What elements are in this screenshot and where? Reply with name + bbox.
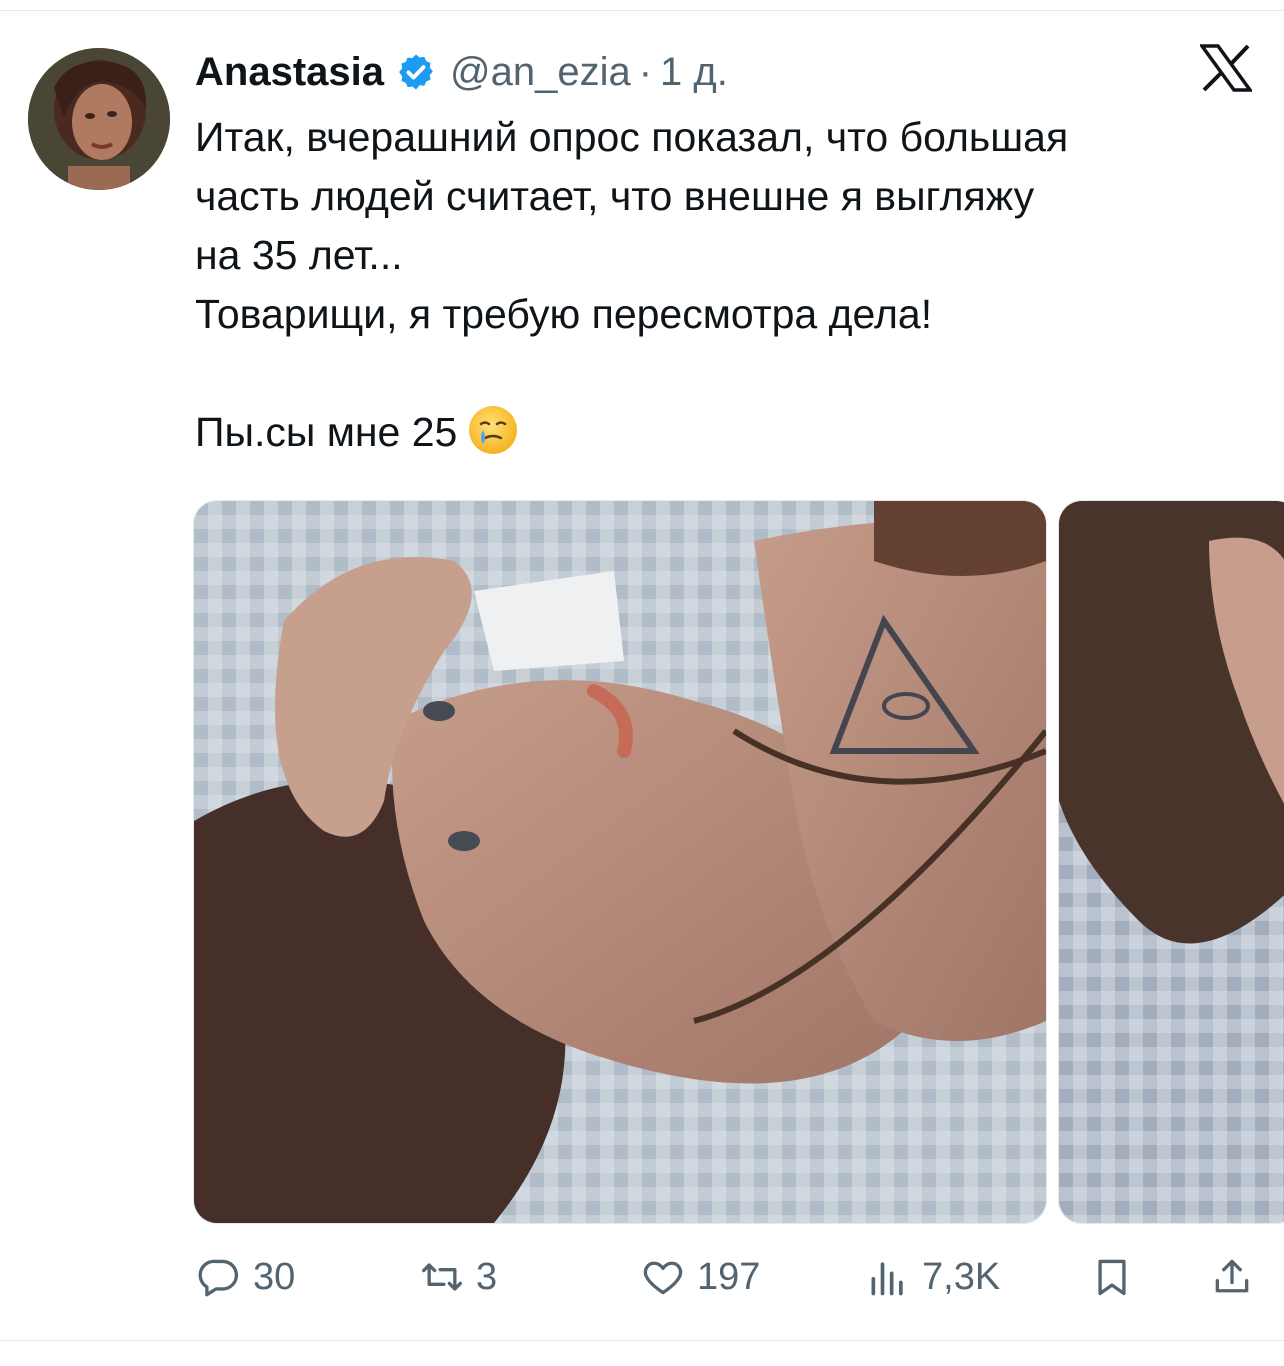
x-logo-icon [1200, 44, 1252, 92]
action-bar: 30 3 197 7,3K [0, 1252, 1284, 1302]
tweet-line-ps: Пы.сы мне 25 [195, 403, 1255, 462]
tweet-photo-1[interactable] [193, 500, 1047, 1224]
reply-count: 30 [253, 1255, 296, 1298]
avatar[interactable] [28, 48, 170, 190]
tweet-line: часть людей считает, что внешне я выгляж… [195, 173, 1035, 219]
share-button[interactable] [1210, 1252, 1254, 1302]
repost-count: 3 [476, 1255, 498, 1298]
views-count: 7,3K [922, 1255, 1001, 1298]
author-handle[interactable]: @an_ezia [450, 44, 631, 100]
like-count: 197 [697, 1255, 761, 1298]
photo-1-image [194, 501, 1046, 1223]
like-button[interactable]: 197 [641, 1252, 760, 1302]
separator-dot: · [638, 50, 653, 94]
repost-button[interactable]: 3 [420, 1252, 497, 1302]
heart-icon [643, 1261, 683, 1295]
verified-badge-icon [399, 54, 433, 90]
tweet-header: Anastasia @an_ezia · 1 д. [195, 44, 728, 100]
repost-icon [422, 1263, 462, 1291]
tweet-line: на 35 лет... [195, 232, 403, 278]
bookmark-button[interactable] [1090, 1252, 1134, 1302]
reply-icon [198, 1259, 239, 1297]
tweet-line: Итак, вчерашний опрос показал, что больш… [195, 114, 1069, 160]
tweet-text: Итак, вчерашний опрос показал, что больш… [195, 108, 1255, 462]
timestamp[interactable]: 1 д. [660, 44, 728, 100]
views-icon [871, 1262, 903, 1296]
bottom-divider [0, 1340, 1284, 1341]
photo-2-image [1059, 501, 1284, 1223]
share-icon [1215, 1259, 1249, 1293]
tweet-line: Товарищи, я требую пересмотра дела! [195, 291, 933, 337]
bookmark-icon [1098, 1259, 1126, 1296]
author-name[interactable]: Anastasia [195, 44, 384, 100]
top-divider [0, 10, 1284, 11]
reply-button[interactable]: 30 [197, 1252, 295, 1302]
tweet-photo-2[interactable] [1058, 500, 1284, 1224]
views-button[interactable]: 7,3K [866, 1252, 1000, 1302]
crying-smile-emoji [469, 406, 518, 454]
avatar-photo [28, 48, 170, 190]
tweet-line: Пы.сы мне 25 [195, 409, 458, 455]
